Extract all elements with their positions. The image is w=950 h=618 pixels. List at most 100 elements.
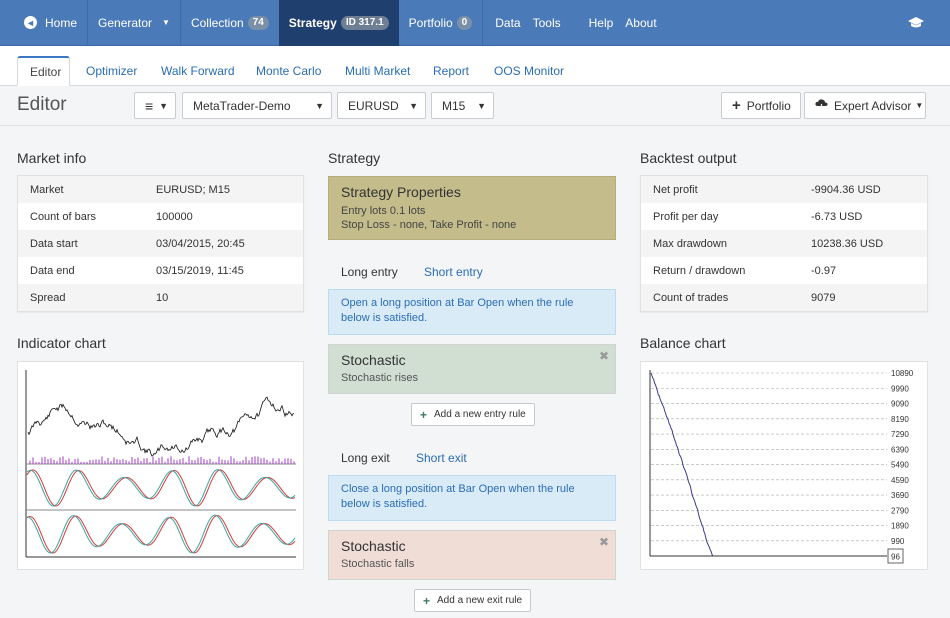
stochastic-panel-2 — [26, 514, 296, 554]
nav-strategy-label: Strategy — [288, 15, 337, 30]
collection-count-badge: 74 — [247, 15, 269, 30]
nav-generator[interactable]: Generator ▼ — [88, 0, 180, 46]
strategy-menu-button[interactable]: ≡ ▼ — [134, 92, 176, 119]
exit-hint: Close a long position at Bar Open when t… — [328, 475, 616, 521]
hamburger-icon: ≡ — [145, 97, 154, 114]
backtest-output-table: Net profit -9904.36 USD Profit per day -6.… — [640, 175, 928, 312]
balance-chart-title: Balance chart — [640, 335, 726, 351]
caret-down-icon: ▼ — [915, 101, 924, 110]
exit-rule-name: Stochastic — [341, 538, 406, 554]
nav-strategy[interactable]: Strategy ID 317.1 — [278, 0, 399, 46]
backtest-row: Max drawdown 10238.36 USD — [641, 230, 927, 257]
net-profit-value: -9904.36 USD — [811, 183, 881, 196]
nav-collection[interactable]: Collection 74 — [181, 0, 279, 46]
nav-data-label: Data — [495, 15, 521, 30]
backtest-row: Net profit -9904.36 USD — [641, 176, 927, 203]
market-info-title: Market info — [17, 150, 87, 166]
data-end-value: 03/15/2019, 11:45 — [156, 264, 244, 277]
backtest-row: Return / drawdown -0.97 — [641, 257, 927, 284]
nav-home[interactable]: ◄ Home — [0, 0, 87, 46]
nav-portfolio[interactable]: Portfolio 0 — [399, 0, 483, 46]
nav-home-label: Home — [45, 15, 78, 30]
nav-data[interactable]: Data — [483, 0, 526, 46]
profit-per-day-value: -6.73 USD — [811, 210, 863, 223]
indicator-chart-title: Indicator chart — [17, 335, 106, 351]
entry-rule-card[interactable]: Stochastic Stochastic rises ✖ — [328, 344, 616, 394]
editor-toolbar: Editor ≡ ▼ MetaTrader-Demo ▼ EURUSD ▼ M1… — [0, 86, 950, 126]
count-of-trades-label: Count of trades — [653, 291, 729, 304]
account-select[interactable]: MetaTrader-Demo ▼ — [182, 92, 332, 119]
strategy-properties-card[interactable]: Strategy Properties Entry lots 0.1 lots … — [328, 176, 616, 240]
tab-editor[interactable]: Editor — [17, 56, 70, 86]
plus-icon: + — [423, 593, 431, 608]
nav-tools[interactable]: Tools — [527, 0, 567, 46]
y-tick-label: 990 — [891, 537, 905, 546]
remove-entry-rule-close-icon[interactable]: ✖ — [599, 349, 609, 363]
graduation-cap-icon[interactable] — [908, 15, 924, 32]
market-info-table: Market EURUSD; M15 Count of bars 100000 Da… — [17, 175, 304, 312]
price-series — [27, 396, 295, 457]
tab-optimizer[interactable]: Optimizer — [74, 56, 149, 86]
strategy-title: Strategy — [328, 150, 381, 166]
profit-per-day-label: Profit per day — [653, 210, 719, 223]
chevron-down-icon: ▼ — [162, 18, 170, 27]
count-of-trades-value: 9079 — [811, 291, 836, 304]
net-profit-label: Net profit — [653, 183, 698, 196]
period-select[interactable]: M15 ▼ — [431, 92, 494, 119]
long-exit-tab[interactable]: Long exit — [341, 449, 390, 467]
y-tick-label: 8190 — [891, 415, 909, 424]
spread-label: Spread — [30, 291, 66, 304]
plus-icon: + — [732, 97, 741, 114]
long-entry-tab[interactable]: Long entry — [341, 263, 398, 281]
add-entry-rule-button[interactable]: + Add a new entry rule — [411, 403, 535, 426]
plus-icon: + — [420, 407, 428, 422]
nav-tools-label: Tools — [532, 15, 561, 30]
add-entry-rule-label: Add a new entry rule — [434, 409, 526, 420]
y-tick-label: 1890 — [891, 522, 909, 531]
home-icon: ◄ — [24, 16, 37, 29]
max-drawdown-value: 10238.36 USD — [811, 237, 884, 250]
caret-down-icon: ▼ — [159, 100, 168, 111]
tab-oos-monitor[interactable]: OOS Monitor — [482, 56, 576, 86]
tab-multi-market[interactable]: Multi Market — [333, 56, 422, 86]
tab-report[interactable]: Report — [421, 56, 481, 86]
add-to-portfolio-button[interactable]: + Portfolio — [721, 92, 801, 119]
nav-collection-label: Collection — [190, 15, 244, 30]
nav-generator-label: Generator — [98, 15, 153, 30]
balance-chart: 10890 9990 9090 8190 7290 6390 5490 4590 3690 279… — [640, 361, 928, 570]
data-end-label: Data end — [30, 264, 75, 277]
backtest-row: Profit per day -6.73 USD — [641, 203, 927, 230]
data-start-value: 03/04/2015, 20:45 — [156, 237, 245, 250]
y-tick-label: 6390 — [891, 445, 909, 454]
market-info-row: Market EURUSD; M15 — [18, 176, 303, 203]
bars-count-label: Count of bars — [30, 210, 97, 223]
short-exit-tab[interactable]: Short exit — [416, 449, 467, 467]
expert-advisor-button[interactable]: Expert Advisor ▼ — [804, 92, 926, 119]
market-value: EURUSD; M15 — [156, 183, 230, 196]
entry-rule-desc: Stochastic rises — [341, 372, 419, 384]
tab-walk-forward[interactable]: Walk Forward — [149, 56, 247, 86]
signal-line — [26, 469, 296, 507]
nav-help[interactable]: Help — [567, 0, 620, 46]
expert-advisor-label: Expert Advisor — [834, 98, 912, 113]
exit-rule-card[interactable]: Stochastic Stochastic falls ✖ — [328, 530, 616, 580]
short-entry-tab[interactable]: Short entry — [424, 263, 483, 281]
add-exit-rule-button[interactable]: + Add a new exit rule — [414, 589, 532, 612]
entry-rule-name: Stochastic — [341, 352, 406, 368]
caret-down-icon: ▼ — [477, 100, 486, 111]
return-drawdown-label: Return / drawdown — [653, 264, 746, 277]
market-info-row: Spread 10 — [18, 284, 303, 311]
y-tick-label: 9090 — [891, 400, 909, 409]
account-select-value: MetaTrader-Demo — [193, 98, 291, 113]
volume-series — [29, 456, 295, 464]
nav-about[interactable]: About — [619, 0, 662, 46]
tab-monte-carlo[interactable]: Monte Carlo — [244, 56, 333, 86]
nav-about-label: About — [625, 15, 657, 30]
y-tick-label: 3690 — [891, 491, 909, 500]
y-tick-label: 9990 — [891, 384, 909, 393]
remove-exit-rule-close-icon[interactable]: ✖ — [599, 535, 609, 549]
strategy-properties-title: Strategy Properties — [341, 184, 461, 200]
symbol-select[interactable]: EURUSD ▼ — [337, 92, 426, 119]
indicator-chart — [17, 361, 304, 570]
entry-hint: Open a long position at Bar Open when th… — [328, 289, 616, 335]
